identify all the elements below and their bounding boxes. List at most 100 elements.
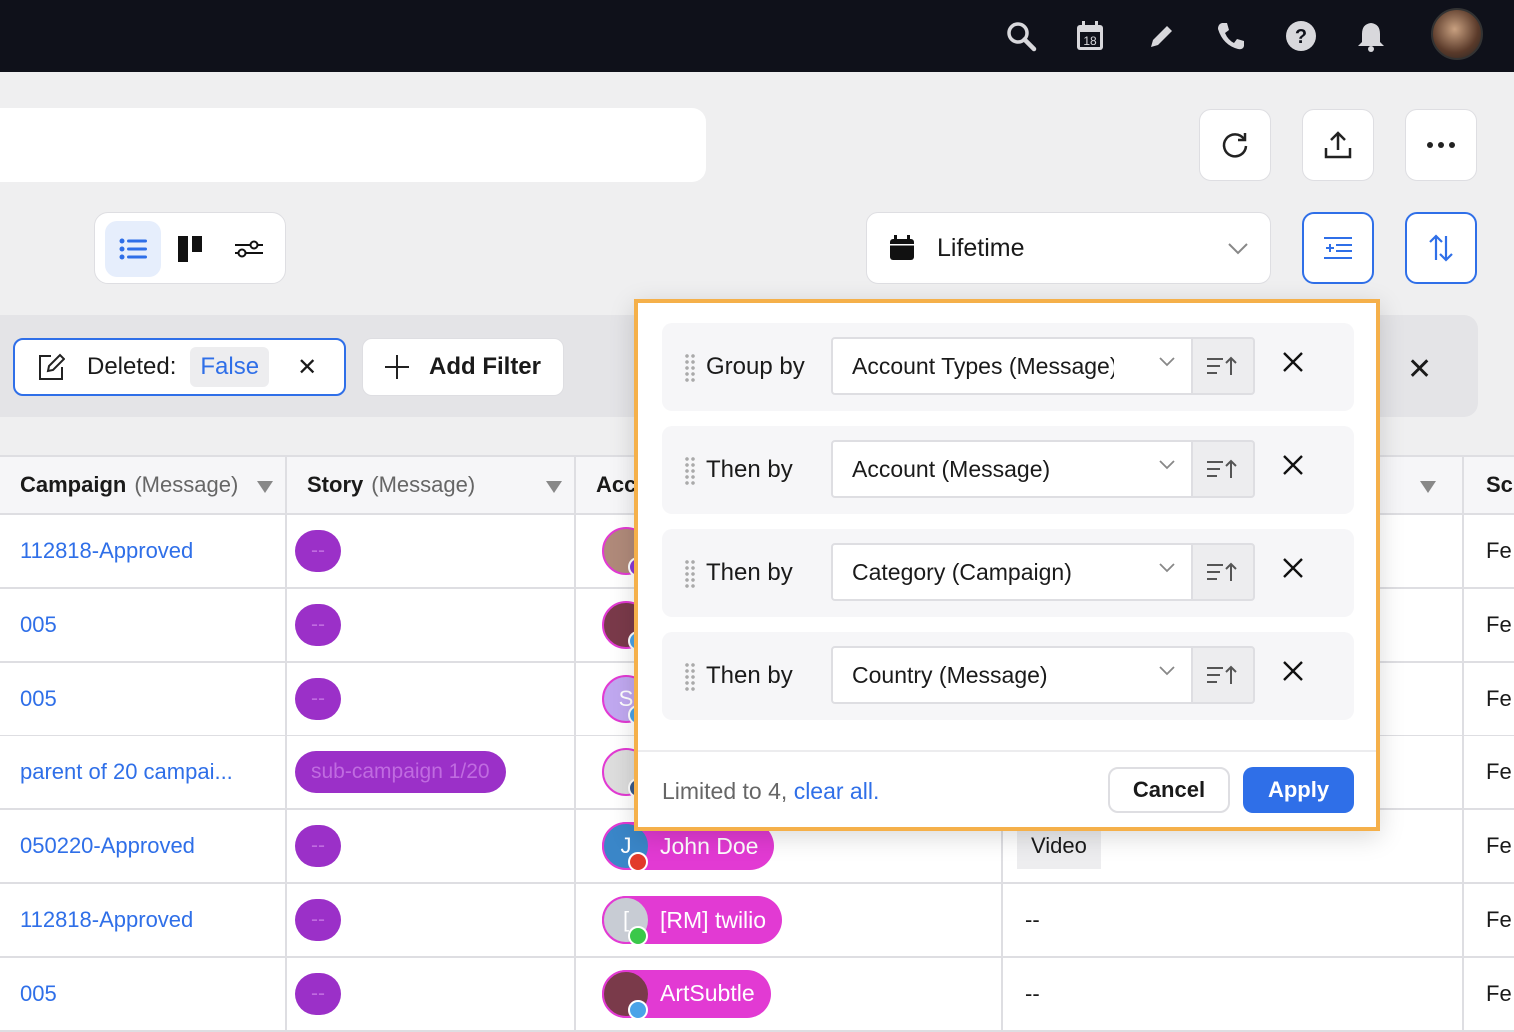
sort-triangle-icon[interactable]	[546, 481, 562, 493]
sort-triangle-icon[interactable]	[257, 481, 273, 493]
close-filter-bar-icon[interactable]: ✕	[1407, 352, 1432, 387]
campaign-link[interactable]: 005	[0, 612, 57, 638]
user-avatar[interactable]	[1431, 8, 1483, 60]
group-by-button[interactable]	[1302, 212, 1374, 284]
view-switcher	[94, 212, 286, 284]
list-view-button[interactable]	[105, 221, 161, 277]
svg-text:?: ?	[1295, 26, 1307, 48]
settings-view-button[interactable]	[221, 221, 277, 277]
plus-icon	[385, 355, 409, 379]
search-input[interactable]	[0, 108, 706, 182]
cell-value: Fe	[1486, 685, 1512, 711]
deleted-filter-chip[interactable]: Deleted: False ✕	[13, 338, 346, 396]
limit-label: Limited to 4,	[662, 778, 788, 804]
filter-value[interactable]: False	[190, 347, 270, 387]
campaign-link[interactable]: 050220-Approved	[0, 833, 195, 859]
campaign-link[interactable]: parent of 20 campai...	[0, 759, 233, 785]
group-by-popup: Group by Account Types (Message) Then by…	[634, 299, 1380, 831]
story-chip[interactable]: sub-campaign 1/20	[295, 751, 506, 794]
channel-badge-icon	[628, 926, 648, 946]
more-options-button[interactable]	[1405, 109, 1477, 181]
drag-handle-icon[interactable]	[684, 559, 696, 589]
group-field-select[interactable]: Account Types (Message)	[831, 337, 1193, 395]
cell-value: Fe	[1486, 759, 1512, 785]
channel-badge-icon	[628, 999, 648, 1020]
column-header-sc[interactable]: Sc	[1464, 455, 1514, 515]
cell-value: --	[1025, 980, 1040, 1006]
group-icon	[1324, 237, 1352, 259]
sort-order-button[interactable]	[1191, 337, 1255, 395]
drag-handle-icon[interactable]	[684, 353, 696, 383]
campaign-link[interactable]: 112818-Approved	[0, 538, 193, 564]
story-chip[interactable]: --	[295, 972, 341, 1015]
campaign-link[interactable]: 005	[0, 981, 57, 1007]
remove-group-icon[interactable]	[1282, 351, 1304, 378]
top-nav-bar: 18 ?	[0, 0, 1514, 72]
group-field-select[interactable]: Account (Message)	[831, 440, 1193, 498]
cell-value: Fe	[1486, 611, 1512, 637]
group-level-label: Group by	[706, 353, 805, 380]
sort-order-button[interactable]	[1191, 440, 1255, 498]
group-level-row: Group by Account Types (Message)	[662, 323, 1354, 411]
clear-all-link[interactable]: clear all.	[794, 778, 880, 804]
sliders-icon	[235, 240, 263, 258]
account-chip[interactable]: ArtSubtle	[602, 969, 771, 1020]
remove-group-icon[interactable]	[1282, 660, 1304, 687]
group-field-select[interactable]: Country (Message)	[831, 646, 1193, 704]
campaign-link[interactable]: 112818-Approved	[0, 907, 193, 933]
account-name: [RM] twilio	[660, 906, 767, 933]
remove-filter-icon[interactable]: ✕	[297, 353, 317, 382]
sort-triangle-icon[interactable]	[1420, 481, 1436, 493]
cell-value: Fe	[1486, 538, 1512, 563]
pencil-icon[interactable]	[1142, 16, 1182, 56]
chevron-down-icon	[1159, 666, 1175, 676]
account-name: ArtSubtle	[660, 980, 755, 1007]
board-view-button[interactable]	[163, 221, 219, 277]
cell-value: Fe	[1486, 833, 1512, 859]
more-icon	[1427, 142, 1455, 148]
column-header-campaign[interactable]: Campaign (Message)	[0, 455, 287, 515]
upload-icon	[1324, 131, 1352, 159]
cancel-button[interactable]: Cancel	[1108, 767, 1230, 813]
search-icon[interactable]	[1001, 16, 1041, 56]
bell-icon[interactable]	[1351, 16, 1391, 56]
refresh-button[interactable]	[1199, 109, 1271, 181]
account-chip[interactable]: [[RM] twilio	[602, 896, 783, 946]
remove-group-icon[interactable]	[1282, 557, 1304, 584]
sort-button[interactable]	[1405, 212, 1477, 284]
group-level-row: Then by Account (Message)	[662, 426, 1354, 514]
story-chip[interactable]: --	[295, 530, 341, 572]
campaign-link[interactable]: 005	[0, 686, 57, 712]
group-level-row: Then by Country (Message)	[662, 632, 1354, 720]
apply-button[interactable]: Apply	[1243, 767, 1354, 813]
add-filter-button[interactable]: Add Filter	[362, 338, 564, 396]
cell-value: --	[1025, 907, 1040, 932]
phone-icon[interactable]	[1211, 16, 1251, 56]
filter-label: Deleted:	[87, 353, 177, 380]
group-field-select[interactable]: Category (Campaign)	[831, 543, 1193, 601]
date-range-select[interactable]: Lifetime	[866, 212, 1271, 284]
help-icon[interactable]: ?	[1281, 16, 1321, 56]
add-filter-label: Add Filter	[429, 353, 541, 380]
story-chip[interactable]: --	[295, 677, 341, 720]
group-level-label: Then by	[706, 456, 793, 483]
svg-text:18: 18	[1083, 34, 1097, 48]
drag-handle-icon[interactable]	[684, 456, 696, 486]
story-chip[interactable]: --	[295, 825, 341, 868]
export-button[interactable]	[1302, 109, 1374, 181]
column-header-story[interactable]: Story (Message)	[287, 455, 576, 515]
calendar-icon[interactable]: 18	[1070, 16, 1110, 56]
table-row[interactable]: 005 -- ArtSubtle -- Fe	[0, 957, 1514, 1032]
chevron-down-icon	[1159, 357, 1175, 367]
cell-value: Fe	[1486, 907, 1512, 932]
remove-group-icon[interactable]	[1282, 454, 1304, 481]
chevron-down-icon	[1228, 243, 1248, 255]
sort-order-button[interactable]	[1191, 646, 1255, 704]
group-level-label: Then by	[706, 662, 793, 689]
chevron-down-icon	[1159, 460, 1175, 470]
table-row[interactable]: 112818-Approved -- [[RM] twilio -- Fe	[0, 884, 1514, 958]
story-chip[interactable]: --	[295, 603, 341, 646]
drag-handle-icon[interactable]	[684, 662, 696, 692]
story-chip[interactable]: --	[295, 899, 341, 941]
sort-order-button[interactable]	[1191, 543, 1255, 601]
